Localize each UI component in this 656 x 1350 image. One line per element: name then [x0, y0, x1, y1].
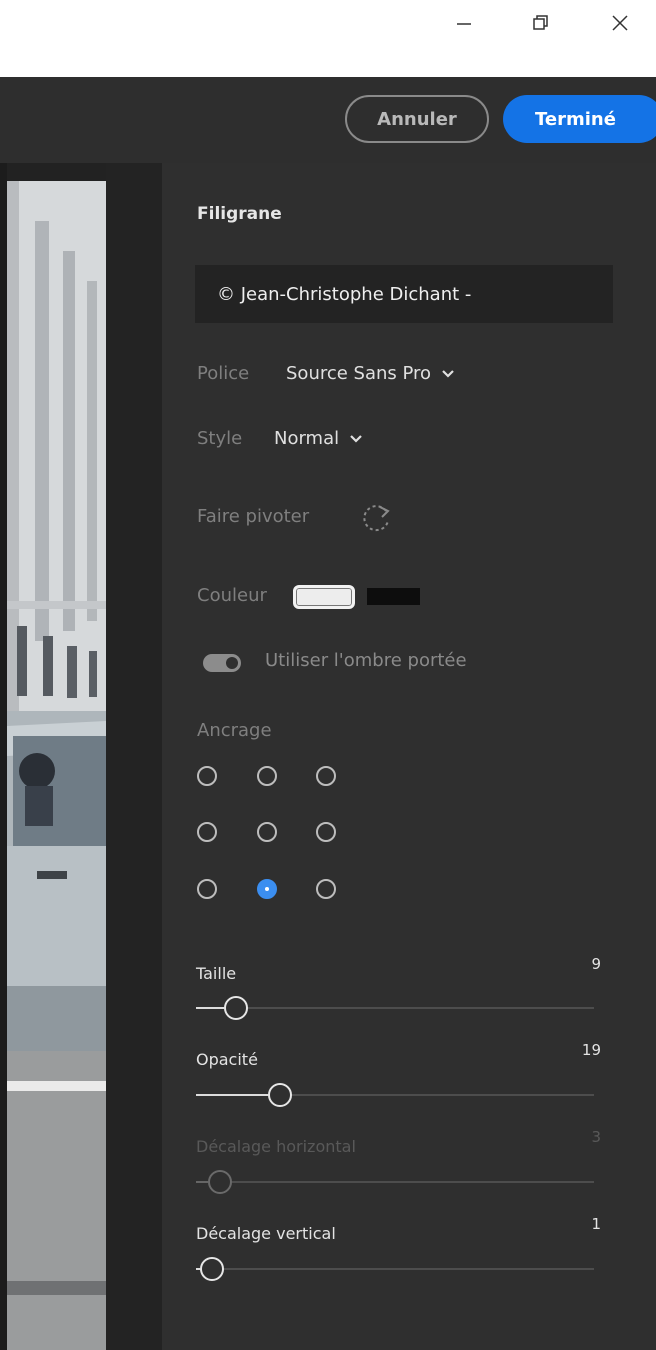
- anchor-middle-right[interactable]: [316, 822, 336, 842]
- anchor-bottom-center[interactable]: [257, 879, 277, 899]
- slider-track[interactable]: [196, 996, 594, 1020]
- anchor-middle-center[interactable]: [257, 822, 277, 842]
- slider-thumb[interactable]: [224, 996, 248, 1020]
- cancel-button[interactable]: Annuler: [345, 95, 489, 143]
- slider-label: Taille: [196, 964, 237, 983]
- font-dropdown[interactable]: Source Sans Pro: [286, 363, 455, 384]
- slider-fill: [196, 1007, 224, 1009]
- color-label: Couleur: [197, 585, 267, 606]
- drop-shadow-toggle[interactable]: [203, 654, 241, 672]
- style-value: Normal: [274, 428, 340, 449]
- slider-track[interactable]: [196, 1257, 594, 1281]
- shadow-color-swatch[interactable]: [367, 588, 420, 605]
- anchor-bottom-left[interactable]: [197, 879, 217, 899]
- canvas-edge: [0, 163, 7, 1350]
- editor-main: Filigrane © Jean-Christophe Dichant - Po…: [0, 163, 656, 1350]
- slider-value: 3: [591, 1128, 601, 1146]
- slider-fill: [196, 1181, 208, 1183]
- slider-track: [196, 1170, 594, 1194]
- slider-label: Décalage horizontal: [196, 1137, 356, 1156]
- watermark-color-swatch[interactable]: [293, 585, 355, 609]
- font-value: Source Sans Pro: [286, 363, 432, 384]
- close-button[interactable]: [600, 6, 640, 40]
- done-button[interactable]: Terminé: [503, 95, 656, 143]
- anchor-middle-left[interactable]: [197, 822, 217, 842]
- restore-icon: [533, 15, 548, 30]
- font-label: Police: [197, 363, 250, 384]
- rotate-label: Faire pivoter: [197, 506, 310, 527]
- close-icon: [612, 15, 628, 31]
- anchor-label: Ancrage: [197, 720, 272, 741]
- app-toolbar: Annuler Terminé: [0, 77, 656, 163]
- anchor-top-right[interactable]: [316, 766, 336, 786]
- photo-preview[interactable]: [7, 181, 106, 1350]
- slider-label: Opacité: [196, 1050, 258, 1069]
- slider-label: Décalage vertical: [196, 1224, 336, 1243]
- toggle-knob: [226, 657, 238, 669]
- minimize-button[interactable]: [444, 6, 484, 40]
- slider-value: 9: [591, 955, 601, 973]
- rotate-button[interactable]: [356, 499, 396, 541]
- slider-thumb[interactable]: [268, 1083, 292, 1107]
- anchor-bottom-right[interactable]: [316, 879, 336, 899]
- photo-image: [7, 181, 106, 1350]
- slider-track[interactable]: [196, 1083, 594, 1107]
- slider-thumb: [208, 1170, 232, 1194]
- slider-thumb[interactable]: [200, 1257, 224, 1281]
- chevron-down-icon: [441, 369, 455, 379]
- slider-value: 1: [591, 1215, 601, 1233]
- style-label: Style: [197, 428, 243, 449]
- rotate-icon: [363, 505, 390, 532]
- restore-button[interactable]: [520, 6, 560, 40]
- chevron-down-icon: [349, 434, 363, 444]
- anchor-top-left[interactable]: [197, 766, 217, 786]
- panel-title: Filigrane: [197, 204, 282, 224]
- slider-value: 19: [581, 1041, 601, 1059]
- watermark-panel: Filigrane © Jean-Christophe Dichant - Po…: [162, 163, 656, 1350]
- window-title-bar: [0, 0, 656, 77]
- canvas-gap: [106, 163, 162, 1350]
- watermark-text-input[interactable]: © Jean-Christophe Dichant -: [195, 265, 613, 323]
- minimize-icon: [457, 23, 471, 25]
- anchor-top-center[interactable]: [257, 766, 277, 786]
- slider-fill: [196, 1094, 268, 1096]
- style-dropdown[interactable]: Normal: [274, 428, 363, 449]
- drop-shadow-label: Utiliser l'ombre portée: [265, 650, 467, 671]
